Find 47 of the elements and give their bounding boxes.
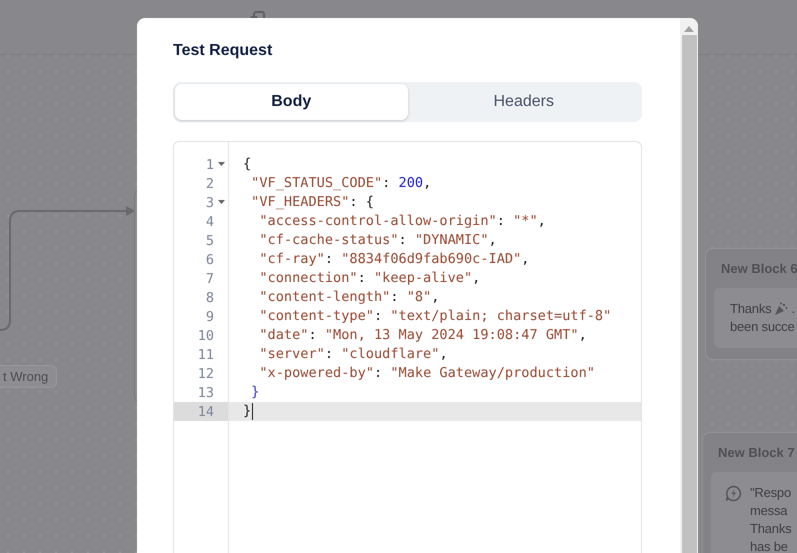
scrollbar[interactable] (680, 18, 698, 553)
line-number: 8 (206, 290, 214, 306)
code-line: "connection": "keep-alive", (258, 269, 480, 288)
tab[interactable]: Body (175, 84, 408, 120)
code-line: "content-length": "8", (258, 288, 440, 307)
line-number: 7 (206, 270, 214, 286)
message-text: been succe (730, 318, 795, 336)
line-number: 2 (206, 176, 214, 192)
code-editor[interactable] (173, 141, 642, 553)
line-number: 10 (198, 328, 214, 344)
line-number: 11 (198, 346, 214, 362)
code-line: "date": "Mon, 13 May 2024 19:08:47 GMT", (258, 326, 587, 345)
line-number: 9 (206, 308, 214, 324)
message-text: messa (750, 502, 788, 520)
message-text: Thanks (730, 300, 772, 318)
code-line: "VF_HEADERS": { (250, 193, 374, 212)
tab[interactable]: Headers (408, 84, 640, 120)
code-line: "VF_STATUS_CODE": 200, (250, 174, 432, 193)
line-number: 14 (198, 404, 214, 420)
message-text: has be (750, 538, 789, 553)
dialog-title: Test Request (173, 41, 274, 61)
code-line: "content-type": "text/plain; charset=utf-8" (258, 307, 612, 326)
code-line: "x-powered-by": "Make Gateway/production" (258, 364, 595, 383)
line-number: 12 (198, 366, 214, 382)
code-line: } (243, 402, 252, 421)
message-text: Thanks (750, 520, 792, 538)
fold-caret-icon[interactable] (218, 200, 225, 204)
code-line: "cf-cache-status": "DYNAMIC", (258, 231, 497, 250)
line-number: 13 (198, 384, 214, 400)
line-number: 5 (206, 232, 214, 248)
scrollbar-thumb[interactable] (682, 35, 696, 553)
code-line: "cf-ray": "8834f06d9fab690c-IAD", (258, 250, 530, 269)
code-line: } (250, 383, 260, 402)
code-line: "server": "cloudflare", (258, 345, 448, 364)
line-number: 1 (206, 156, 214, 172)
lightning-chat-icon (725, 485, 742, 502)
port-label: t Wrong (0, 365, 58, 388)
code-line: { (243, 155, 252, 174)
line-number: 4 (206, 214, 214, 230)
fold-caret-icon[interactable] (218, 162, 225, 166)
text-cursor (252, 403, 254, 420)
line-number: 6 (206, 252, 214, 268)
code-line: "access-control-allow-origin": "*", (258, 212, 546, 231)
message-text: . (791, 300, 795, 318)
line-number: 3 (206, 194, 214, 210)
party-popper-icon (774, 302, 788, 316)
message-text: "Respo (750, 484, 792, 502)
